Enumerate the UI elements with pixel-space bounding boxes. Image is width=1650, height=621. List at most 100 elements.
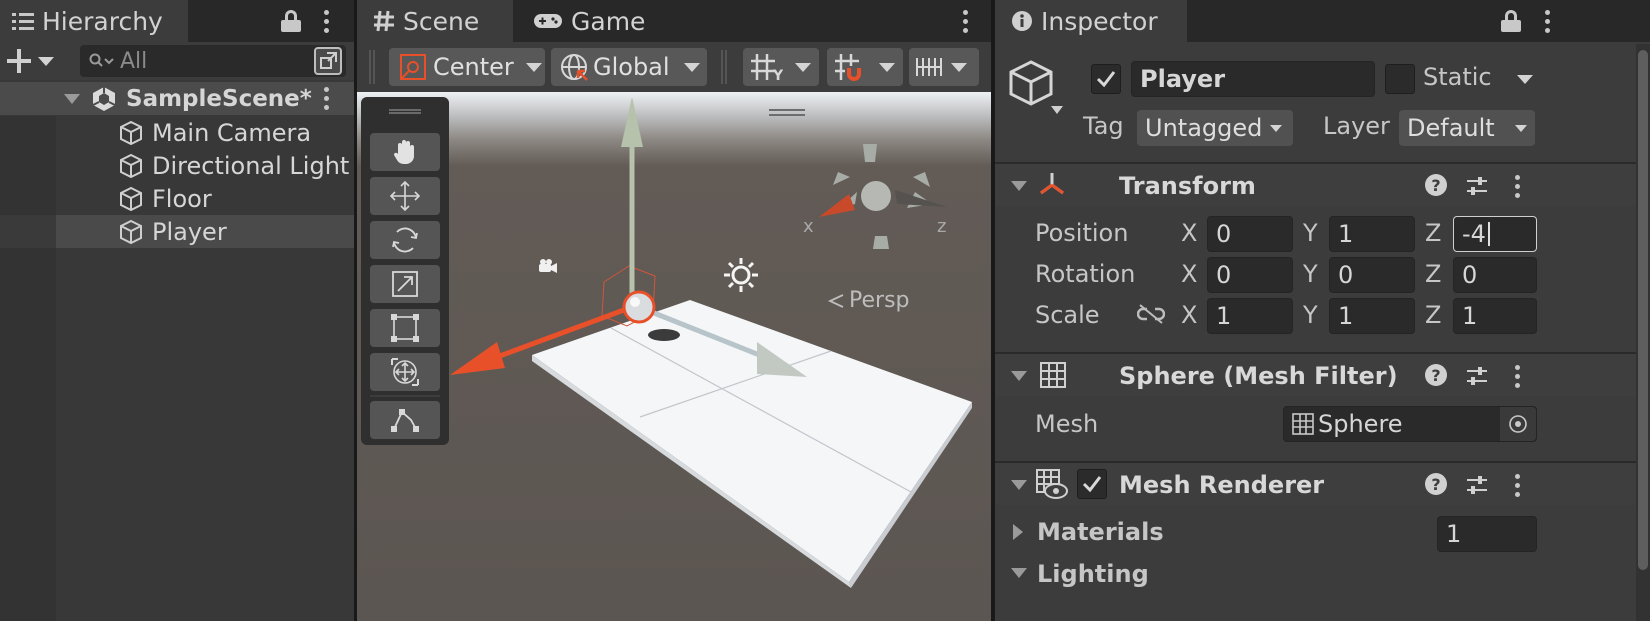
tab-game[interactable]: Game (521, 0, 671, 42)
chevron-down-icon[interactable] (795, 62, 811, 72)
move-tool-button[interactable] (370, 177, 440, 215)
hierarchy-tab-label: Hierarchy (42, 6, 163, 36)
rotation-z-field[interactable]: 0 (1453, 257, 1537, 293)
static-checkbox[interactable] (1385, 64, 1415, 94)
materials-count-value: 1 (1446, 520, 1462, 548)
rotate-tool-button[interactable] (370, 221, 440, 259)
grid-snapping-button[interactable]: Y (743, 48, 819, 86)
scene-render[interactable] (357, 92, 991, 621)
scene-viewport[interactable]: x z Persp (357, 92, 991, 621)
presets-icon[interactable] (1465, 364, 1489, 388)
lock-icon[interactable] (281, 10, 301, 32)
rotation-x-field[interactable]: 0 (1207, 257, 1293, 293)
increment-snapping-button[interactable] (827, 48, 903, 86)
checkmark-icon (1096, 71, 1116, 88)
chevron-down-icon[interactable] (879, 62, 895, 72)
search-input[interactable]: All (80, 45, 346, 77)
scrollbar-thumb[interactable] (1638, 50, 1648, 570)
tag-label: Tag (1083, 112, 1124, 140)
tab-hierarchy[interactable]: Hierarchy (0, 0, 188, 42)
object-name-input[interactable]: Player (1131, 61, 1375, 97)
pivot-rotation-label: Global (593, 53, 670, 81)
foldout-arrow-icon[interactable] (1011, 568, 1027, 578)
scene-filter-icon[interactable] (314, 47, 342, 75)
transform-tool-button[interactable] (370, 353, 440, 391)
foldout-arrow-icon[interactable] (1011, 480, 1027, 490)
foldout-arrow-icon[interactable] (1011, 181, 1027, 191)
inspector-scrollbar[interactable] (1636, 44, 1650, 621)
scene-menu-button[interactable] (316, 82, 336, 115)
tag-dropdown[interactable]: Untagged (1137, 110, 1293, 146)
position-y-field[interactable]: 1 (1329, 216, 1415, 252)
mesh-renderer-menu-button[interactable] (1507, 468, 1527, 502)
mesh-label: Mesh (1035, 410, 1099, 438)
materials-label: Materials (1037, 518, 1164, 546)
hand-tool-button[interactable] (370, 133, 440, 171)
scene-row[interactable]: SampleScene* (0, 82, 354, 115)
gamepad-icon (534, 14, 562, 28)
pivot-mode-dropdown[interactable]: Center (389, 48, 545, 86)
presets-icon[interactable] (1465, 174, 1489, 198)
hierarchy-menu-button[interactable] (316, 4, 336, 38)
tool-palette-grip[interactable] (389, 109, 421, 114)
gameobject-icon (120, 120, 142, 145)
inspector-menu-button[interactable] (1537, 4, 1557, 38)
custom-tool-button[interactable] (370, 401, 440, 439)
object-picker-button[interactable] (1500, 407, 1536, 441)
rect-transform-icon (391, 314, 419, 342)
foldout-arrow-icon[interactable] (1011, 371, 1027, 381)
position-x-value: 0 (1216, 220, 1232, 248)
scene-tabbar: Scene Game (357, 0, 991, 42)
materials-count-field[interactable]: 1 (1437, 516, 1537, 552)
scene-menu-button[interactable] (955, 4, 975, 38)
hierarchy-tabbar: Hierarchy (0, 0, 354, 42)
help-icon[interactable]: ? (1425, 364, 1447, 386)
pivot-rotation-dropdown[interactable]: Global (551, 48, 707, 86)
scene-hash-icon (374, 10, 394, 32)
tab-scene[interactable]: Scene (357, 0, 513, 42)
hierarchy-item-label: Directional Light (152, 151, 350, 180)
scale-y-field[interactable]: 1 (1329, 298, 1415, 334)
constrain-proportions-icon[interactable] (1137, 303, 1165, 325)
lock-icon[interactable] (1501, 10, 1521, 32)
scale-z-field[interactable]: 1 (1453, 298, 1537, 334)
rotation-y-field[interactable]: 0 (1329, 257, 1415, 293)
help-icon[interactable]: ? (1425, 174, 1447, 196)
target-icon (1509, 415, 1527, 433)
grid-snap-icon: Y (751, 54, 783, 82)
foldout-arrow-icon[interactable] (1013, 524, 1023, 540)
transform-header[interactable]: Transform ? (995, 162, 1650, 206)
mesh-filter-menu-button[interactable] (1507, 359, 1527, 393)
mesh-filter-header[interactable]: Sphere (Mesh Filter) ? (995, 352, 1650, 396)
tab-inspector[interactable]: Inspector (995, 0, 1187, 42)
mesh-object-field[interactable]: Sphere (1283, 406, 1537, 442)
tool-palette-divider (370, 395, 440, 397)
layer-dropdown[interactable]: Default (1399, 110, 1535, 146)
scale-tool-button[interactable] (370, 265, 440, 303)
transform-title: Transform (1119, 172, 1256, 200)
magnet-grid-icon (835, 54, 861, 81)
active-checkbox[interactable] (1091, 64, 1121, 94)
presets-icon[interactable] (1465, 473, 1489, 497)
rect-tool-button[interactable] (370, 309, 440, 347)
create-button[interactable] (6, 46, 60, 76)
scale-x-field[interactable]: 1 (1207, 298, 1293, 334)
help-icon[interactable]: ? (1425, 473, 1447, 495)
position-z-field[interactable]: -4 (1453, 216, 1537, 252)
rotation-y-value: 0 (1338, 261, 1354, 289)
mesh-renderer-enabled-checkbox[interactable] (1077, 469, 1107, 499)
path-nodes-icon (391, 409, 419, 432)
hierarchy-item-label: Floor (152, 184, 212, 213)
gameobject-icon (120, 219, 142, 244)
foldout-arrow-icon[interactable] (64, 94, 80, 104)
projection-toggle[interactable]: Persp (827, 288, 910, 313)
scale-x-value: 1 (1216, 302, 1232, 330)
position-x-field[interactable]: 0 (1207, 216, 1293, 252)
ruler-snap-button[interactable] (909, 48, 979, 86)
static-dropdown-icon[interactable] (1517, 75, 1533, 84)
mesh-grid-icon (1292, 413, 1314, 435)
transform-menu-button[interactable] (1507, 169, 1527, 203)
scale-label: Scale (1035, 301, 1100, 329)
light-gizmo (724, 258, 758, 292)
mesh-renderer-header[interactable]: Mesh Renderer ? (995, 461, 1650, 505)
